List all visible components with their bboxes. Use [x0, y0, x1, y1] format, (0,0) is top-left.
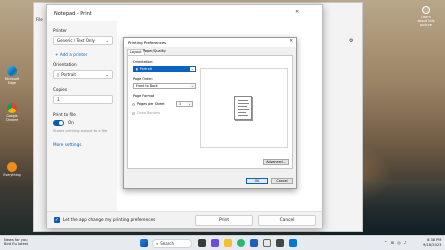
camera-icon — [422, 6, 430, 14]
prefs-title: Printing Preferences — [128, 40, 167, 45]
edge-icon — [7, 66, 17, 76]
printer-value: Generic / Text Only — [57, 38, 95, 43]
learn-about-picture-label: Learn about this picture — [417, 15, 435, 27]
page-order-value: Front to Back — [136, 84, 158, 88]
start-icon[interactable] — [140, 239, 148, 247]
notepad-taskbar-icon[interactable] — [263, 239, 271, 247]
desktop-icon-edge[interactable]: Microsoft Edge — [1, 66, 23, 85]
news-widget-subtitle: Bird flu latest — [4, 242, 29, 246]
copies-input[interactable]: 1 — [53, 95, 113, 104]
pages-per-sheet-radio[interactable] — [132, 103, 135, 106]
portrait-icon: ▯ — [57, 72, 60, 77]
printer-taskbar-icon[interactable] — [289, 239, 297, 247]
pages-per-sheet-label: Pages per Sheet — [137, 102, 165, 106]
page-order-select[interactable]: Front to Back ⌄ — [133, 83, 196, 89]
taskbar-clock[interactable]: 8:38 PM 9/18/2023 — [423, 238, 441, 247]
chevron-down-icon: ⌄ — [187, 102, 192, 106]
pages-per-sheet-value: 1 — [179, 102, 182, 106]
layout-panel: Orientation: ▮ Portrait ⌄ Page Order: Fr… — [127, 55, 293, 169]
chevron-down-icon: ⌄ — [190, 84, 195, 88]
clock-date: 9/18/2023 — [423, 242, 442, 247]
orientation-select[interactable]: ▯ Portrait ⌄ — [53, 70, 113, 79]
print-button[interactable]: Print — [195, 215, 253, 226]
news-widget[interactable]: News for you Bird flu latest — [4, 238, 28, 246]
draw-borders-label: Draw Borders — [137, 111, 161, 115]
let-app-change-checkbox[interactable]: ✓ — [54, 217, 60, 223]
orientation-value: Portrait — [139, 67, 152, 71]
copies-value: 1 — [57, 97, 60, 102]
print-to-file-label: Print to file — [53, 112, 76, 117]
file-explorer-icon[interactable] — [224, 239, 232, 247]
everything-icon — [7, 162, 17, 172]
task-view-icon[interactable] — [198, 239, 206, 247]
add-printer-link[interactable]: + Add a printer — [55, 52, 87, 57]
page-preview — [200, 68, 288, 148]
advanced-button[interactable]: Advanced... — [263, 159, 289, 165]
close-icon[interactable]: ✕ — [289, 39, 293, 44]
let-app-change-label: Let the app change my printing preferenc… — [63, 217, 156, 222]
chevron-down-icon: ⌄ — [105, 72, 109, 77]
page-preview-paper — [234, 96, 252, 120]
desktop-icon-label: Microsoft Edge — [4, 77, 20, 85]
print-settings-panel: Printer Generic / Text Only ⌄ + Add a pr… — [47, 21, 117, 211]
print-dialog-footer: ✓ Let the app change my printing prefere… — [47, 211, 322, 228]
print-to-file-description: Stores printing output to a file — [53, 129, 108, 133]
print-to-file-state: On — [68, 120, 74, 125]
notepad-settings-icon[interactable]: ⚙ — [349, 38, 353, 44]
printer-label: Printer — [53, 28, 67, 33]
more-settings-link[interactable]: More settings — [53, 142, 81, 147]
print-dialog-title: Notepad - Print — [54, 11, 92, 17]
page-format-label: Page Format — [133, 94, 155, 98]
taskbar: News for you Bird flu latest ⌕ Search ⌃ … — [0, 235, 445, 250]
printer-select[interactable]: Generic / Text Only ⌄ — [53, 36, 113, 45]
orientation-select[interactable]: ▮ Portrait ⌄ — [133, 66, 196, 72]
learn-about-picture[interactable]: Learn about this picture — [417, 6, 435, 27]
store-icon[interactable] — [250, 239, 258, 247]
printing-preferences-dialog: Printing Preferences ✕ Layout Paper/Qual… — [123, 37, 297, 189]
orientation-label: Orientation — [53, 62, 77, 67]
portrait-icon: ▮ — [136, 67, 138, 71]
desktop-icon-chrome[interactable]: Google Chrome — [1, 103, 23, 122]
cancel-button[interactable]: Cancel — [258, 215, 316, 226]
taskbar-search[interactable]: ⌕ Search — [152, 239, 192, 248]
copies-label: Copies — [53, 87, 68, 92]
chevron-down-icon: ⌄ — [105, 38, 109, 43]
desktop-icon-everything[interactable]: Everything — [1, 162, 23, 177]
print-to-file-toggle[interactable] — [53, 120, 64, 126]
pages-per-sheet-select[interactable]: 1 ⌄ — [176, 101, 193, 107]
prefs-cancel-button[interactable]: Cancel — [271, 178, 293, 184]
close-icon[interactable]: ✕ — [295, 9, 299, 15]
draw-borders-checkbox[interactable] — [132, 112, 135, 115]
search-icon: ⌕ — [156, 241, 159, 246]
ok-button[interactable]: OK — [246, 178, 268, 184]
orientation-label: Orientation: — [133, 60, 154, 64]
orientation-value: Portrait — [61, 72, 76, 77]
desktop-icon-label: Google Chrome — [5, 114, 19, 122]
chat-icon[interactable] — [211, 239, 219, 247]
prefs-titlebar: Printing Preferences ✕ — [124, 38, 296, 47]
chrome-icon — [7, 103, 17, 113]
desktop-icon-label: Everything — [3, 173, 21, 177]
chevron-down-icon: ⌄ — [190, 67, 195, 71]
edge-taskbar-icon[interactable] — [237, 239, 245, 247]
system-tray[interactable]: ⌃ ⊞ ◎ ♪ — [384, 240, 408, 245]
settings-taskbar-icon[interactable] — [276, 239, 284, 247]
search-placeholder: Search — [160, 241, 174, 246]
page-order-label: Page Order: — [133, 77, 154, 81]
